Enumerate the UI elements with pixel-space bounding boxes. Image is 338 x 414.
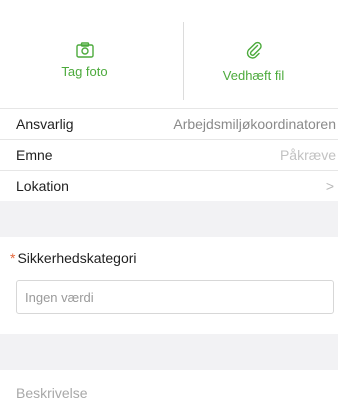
attach-file-label: Vedhæft fil [222, 68, 285, 83]
row-subject[interactable]: Emne Påkræve [0, 139, 338, 170]
security-category-placeholder: Ingen værdi [25, 289, 94, 305]
description-label: Beskrivelse [16, 385, 88, 401]
top-spacer [0, 0, 338, 22]
security-category-title: Sikkerhedskategori [17, 250, 137, 266]
row-location[interactable]: Lokation > [0, 170, 338, 201]
row-subject-value: Påkræve [279, 147, 336, 163]
media-divider [183, 22, 184, 100]
camera-icon [75, 40, 94, 60]
row-responsible-value: Arbejdsmiljøkoordinatoren [173, 116, 336, 132]
take-photo-button[interactable]: Tag foto [0, 22, 169, 108]
take-photo-label: Tag foto [61, 64, 108, 79]
paperclip-icon [246, 40, 262, 60]
section-separator [0, 201, 338, 237]
security-category-input[interactable]: Ingen værdi [16, 280, 334, 314]
required-marker: * [10, 250, 16, 266]
row-location-key: Lokation [16, 178, 69, 194]
attach-file-button[interactable]: Vedhæft fil [169, 22, 338, 108]
row-responsible[interactable]: Ansvarlig Arbejdsmiljøkoordinatoren [0, 108, 338, 139]
row-subject-key: Emne [16, 147, 53, 163]
section-separator-2 [0, 334, 338, 370]
attachment-actions: Tag foto Vedhæft fil [0, 22, 338, 108]
chevron-right-icon: > [325, 178, 334, 194]
security-category-label: * Sikkerhedskategori [0, 237, 338, 275]
row-responsible-key: Ansvarlig [16, 116, 74, 132]
